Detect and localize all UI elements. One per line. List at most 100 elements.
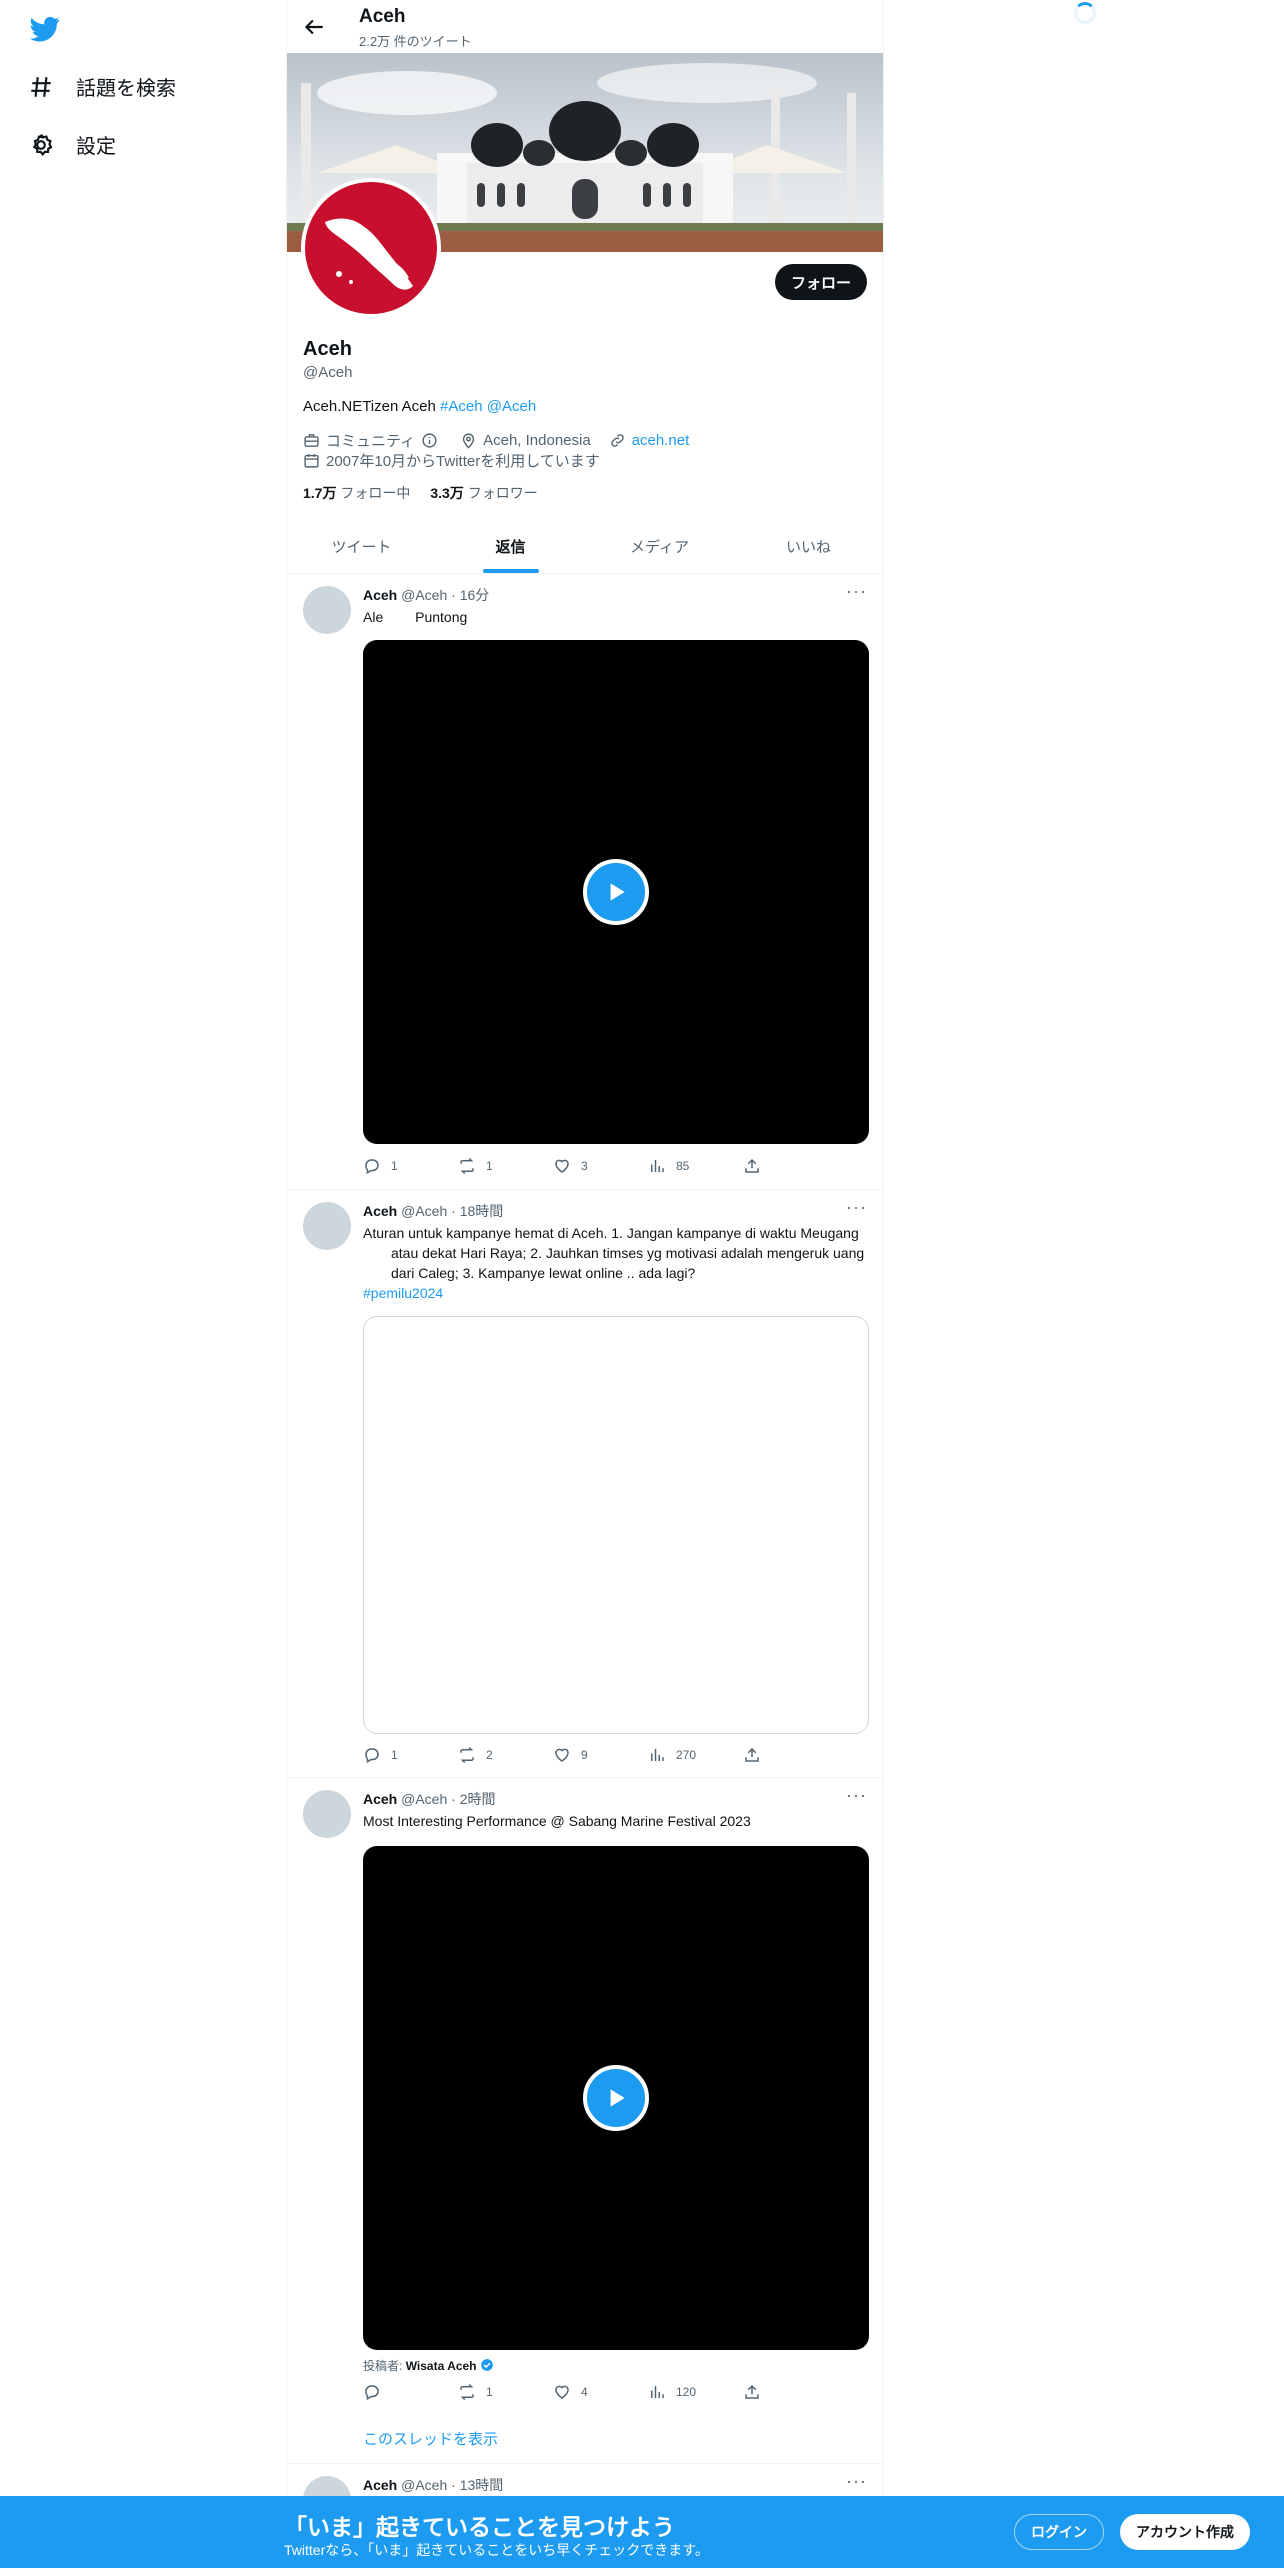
retweet-button[interactable]: 2 (458, 1746, 508, 1764)
tab-replies[interactable]: 返信 (436, 520, 585, 573)
like-button[interactable]: 9 (553, 1746, 603, 1764)
heart-icon (555, 1748, 569, 1762)
loading-spinner-icon (1074, 2, 1096, 24)
tweet-time[interactable]: 16分 (460, 587, 490, 603)
nav-explore-label: 話題を検索 (76, 78, 176, 100)
reply-button[interactable]: 1 (363, 1746, 413, 1764)
profile-category: コミュニティ (326, 433, 416, 450)
tweet-card[interactable] (363, 1316, 869, 1734)
share-icon (745, 2384, 759, 2399)
tab-tweets[interactable]: ツイート (287, 520, 436, 573)
header-name: Aceh (359, 6, 406, 27)
views-button[interactable]: 120 (648, 2383, 698, 2401)
reply-icon (365, 2385, 379, 2401)
tweet-handle[interactable]: @Aceh (401, 1203, 447, 1219)
share-button[interactable] (743, 2383, 793, 2401)
profile-joined: 2007年10月からTwitterを利用しています (326, 453, 600, 470)
more-options-icon[interactable]: ··· (846, 2471, 867, 2492)
following-label: フォロー中 (340, 485, 411, 501)
reply-button[interactable]: 1 (363, 1157, 413, 1175)
profile-location: Aceh, Indonesia (483, 432, 591, 449)
posted-by-account[interactable]: Wisata Aceh (406, 2359, 477, 2373)
tweet-avatar[interactable] (303, 1202, 351, 1250)
tab-likes[interactable]: いいね (734, 520, 883, 573)
login-button[interactable]: ログイン (1014, 2514, 1104, 2550)
play-icon[interactable] (583, 2065, 649, 2131)
tab-label: いいね (785, 539, 831, 556)
tweet-actions: 1 2 9 270 (363, 1746, 793, 1764)
info-icon[interactable] (421, 432, 438, 449)
show-thread-link[interactable]: このスレッドを表示 (363, 2428, 498, 2449)
view-count: 85 (676, 1159, 690, 1173)
reply-icon (365, 1159, 379, 1175)
tweet-hashtag-link[interactable]: #pemilu2024 (363, 1285, 443, 1301)
more-options-icon[interactable]: ··· (846, 581, 867, 602)
play-icon[interactable] (583, 859, 649, 925)
tab-label: メディア (630, 539, 689, 556)
tweet-author[interactable]: Aceh (363, 2477, 397, 2493)
tweet-handle[interactable]: @Aceh (401, 1791, 447, 1807)
tweet-handle[interactable]: @Aceh (401, 587, 447, 603)
like-count: 3 (581, 1159, 588, 1173)
bio-hashtag-link[interactable]: #Aceh (440, 398, 483, 415)
retweet-button[interactable]: 1 (458, 2383, 508, 2401)
share-button[interactable] (743, 1157, 793, 1175)
tweet-text: Most Interesting Performance @ Sabang Ma… (363, 1813, 751, 1829)
tweet-time[interactable]: 13時間 (460, 2477, 504, 2493)
signup-banner-title: 「いま」起きていることを見つけよう (284, 2514, 675, 2540)
reply-icon (365, 1748, 379, 1764)
tweet-avatar[interactable] (303, 586, 351, 634)
followers-label: フォロワー (467, 485, 538, 501)
profile-url-link[interactable]: aceh.net (632, 432, 690, 449)
following-stat[interactable]: 1.7万 フォロー中 (303, 483, 410, 503)
bio-mention-link[interactable]: @Aceh (487, 398, 536, 415)
nav-explore[interactable]: 話題を検索 (28, 72, 176, 101)
tweet-time[interactable]: 18時間 (460, 1203, 504, 1219)
retweet-icon (460, 1157, 474, 1175)
followers-stat[interactable]: 3.3万 フォロワー (430, 483, 537, 503)
like-count: 4 (581, 2385, 588, 2399)
tweet-text-block: Aturan untuk kampanye hemat di Aceh. 1. … (363, 1223, 868, 1303)
tweet[interactable]: Aceh @Aceh · 18時間 ··· Aturan untuk kampa… (287, 1189, 883, 1778)
retweet-button[interactable]: 1 (458, 1157, 508, 1175)
back-arrow-icon[interactable] (301, 14, 327, 40)
signup-banner: 「いま」起きていることを見つけよう Twitterなら、「いま」起きていることを… (0, 2496, 1284, 2568)
more-options-icon[interactable]: ··· (846, 1785, 867, 1806)
nav-settings[interactable]: 設定 (28, 130, 116, 159)
tweet-author[interactable]: Aceh (363, 587, 397, 603)
views-button[interactable]: 85 (648, 1157, 698, 1175)
tab-media[interactable]: メディア (585, 520, 734, 573)
briefcase-icon (304, 434, 319, 447)
tweet-avatar[interactable] (303, 1790, 351, 1838)
share-button[interactable] (743, 1746, 793, 1764)
like-button[interactable]: 3 (553, 1157, 603, 1175)
profile-avatar[interactable] (301, 178, 441, 318)
retweet-count: 1 (486, 1159, 493, 1173)
tweet-handle[interactable]: @Aceh (401, 2477, 447, 2493)
reply-button[interactable] (363, 2383, 413, 2401)
gear-icon (32, 133, 53, 156)
like-count: 9 (581, 1748, 588, 1762)
tweet-header: Aceh @Aceh · 18時間 (363, 1203, 504, 1219)
tweet[interactable]: Aceh @Aceh · 16分 ··· Ale Puntong 1 1 3 8… (287, 573, 883, 1190)
tweet-header: Aceh @Aceh · 2時間 (363, 1791, 496, 1807)
tweet[interactable]: Aceh @Aceh · 2時間 ··· Most Interesting Pe… (287, 1777, 883, 2464)
more-options-icon[interactable]: ··· (846, 1197, 867, 1218)
profile-header-bar: Aceh 2.2万 件のツイート (287, 0, 883, 53)
tweet-header: Aceh @Aceh · 16分 (363, 587, 490, 603)
signup-button[interactable]: アカウント作成 (1120, 2514, 1250, 2550)
tweet-author[interactable]: Aceh (363, 1203, 397, 1219)
profile-handle: @Aceh (303, 364, 353, 381)
tweet-video[interactable] (363, 640, 869, 1144)
like-button[interactable]: 4 (553, 2383, 603, 2401)
twitter-bird-icon[interactable] (28, 14, 62, 44)
analytics-icon (651, 1749, 664, 1761)
tweet-author[interactable]: Aceh (363, 1791, 397, 1807)
link-icon (610, 434, 624, 447)
share-icon (745, 1158, 759, 1173)
tweet-time[interactable]: 2時間 (460, 1791, 496, 1807)
follow-button[interactable]: フォロー (774, 264, 867, 300)
views-button[interactable]: 270 (648, 1746, 698, 1764)
tweet-video[interactable] (363, 1846, 869, 2350)
analytics-icon (651, 1160, 664, 1172)
